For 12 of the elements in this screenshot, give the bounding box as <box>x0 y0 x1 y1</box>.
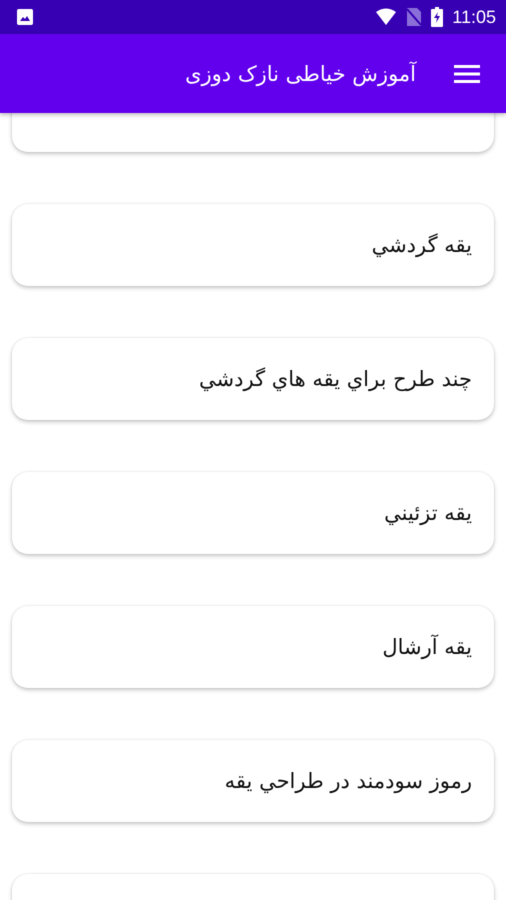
list-card[interactable]: يقه گردشي <box>12 204 494 286</box>
list-card[interactable]: يقه آرشال <box>12 606 494 688</box>
battery-charging-icon <box>431 7 444 27</box>
list-card[interactable]: رموز سودمند در طراحي يقه <box>12 740 494 822</box>
app-title: آموزش خیاطی نازک دوزی <box>185 62 416 86</box>
wifi-icon <box>375 8 398 26</box>
no-sim-icon <box>406 7 422 27</box>
list-card[interactable]: چند طرح براي يقه هاي گردشي <box>12 338 494 420</box>
list-card[interactable]: يقه تزئيني <box>12 472 494 554</box>
image-icon <box>16 8 34 26</box>
clock-time: 11:05 <box>452 6 496 28</box>
menu-icon[interactable] <box>454 64 480 84</box>
